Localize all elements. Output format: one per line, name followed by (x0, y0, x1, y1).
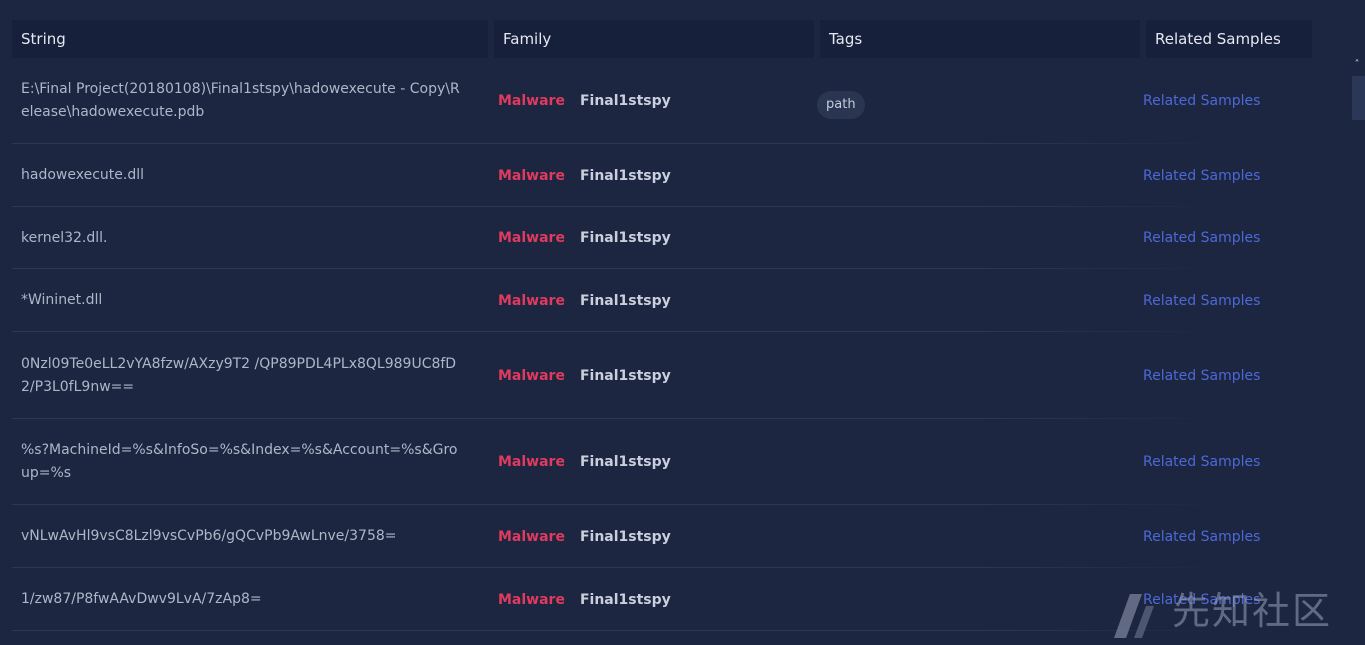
family-name: Final1stspy (579, 167, 671, 184)
family-cell: Malware Final1stspy (498, 419, 818, 505)
malware-type-label: Malware (498, 167, 565, 184)
related-cell: Related Samples (1143, 58, 1303, 144)
column-header-tags[interactable]: Tags (820, 20, 1140, 58)
table-row: vNLwAvHl9vsC8Lzl9vsCvPb6/gQCvPb9AwLnve/3… (12, 505, 1312, 568)
related-strings-page: String Family Tags Related Samples E:\Fi… (0, 0, 1365, 645)
table-header: String Family Tags Related Samples (12, 20, 1312, 58)
family-name: Final1stspy (579, 367, 671, 384)
related-cell: Related Samples (1143, 144, 1303, 207)
related-samples-link[interactable]: Related Samples (1143, 93, 1260, 109)
table-row: kernel32.dll. Malware Final1stspy Relate… (12, 207, 1312, 269)
family-name: Final1stspy (579, 93, 671, 109)
related-samples-link[interactable]: Related Samples (1143, 454, 1260, 470)
family-name: Final1stspy (579, 591, 671, 608)
table-row: *Wininet.dll Malware Final1stspy Related… (12, 269, 1312, 332)
malware-type-label: Malware (498, 367, 565, 384)
tags-cell (817, 332, 1137, 419)
string-cell: E:\Final Project(20180108)\Final1stspy\h… (21, 81, 460, 120)
family-cell: Malware Final1stspy (498, 269, 818, 332)
related-samples-link[interactable]: Related Samples (1143, 368, 1260, 384)
related-samples-link[interactable]: Related Samples (1143, 592, 1260, 608)
string-cell: %s?MachineId=%s&InfoSo=%s&Index=%s&Accou… (21, 442, 458, 481)
table-body: E:\Final Project(20180108)\Final1stspy\h… (12, 58, 1312, 631)
malware-type-label: Malware (498, 93, 565, 109)
tag-pill[interactable]: path (817, 91, 865, 119)
related-cell: Related Samples (1143, 269, 1303, 332)
family-cell: Malware Final1stspy (498, 58, 818, 144)
string-cell: hadowexecute.dll (21, 167, 144, 183)
string-cell: 1/zw87/P8fwAAvDwv9LvA/7zAp8= (21, 591, 262, 607)
related-samples-link[interactable]: Related Samples (1143, 168, 1260, 184)
malware-type-label: Malware (498, 591, 565, 608)
tags-cell (817, 568, 1137, 631)
malware-type-label: Malware (498, 528, 565, 545)
malware-type-label: Malware (498, 230, 565, 246)
scroll-up-arrow-icon[interactable]: ˄ (1352, 60, 1362, 70)
column-header-string[interactable]: String (12, 20, 488, 58)
tags-cell: path (817, 58, 1137, 144)
string-cell: vNLwAvHl9vsC8Lzl9vsCvPb6/gQCvPb9AwLnve/3… (21, 528, 397, 544)
related-cell: Related Samples (1143, 568, 1303, 631)
related-samples-link[interactable]: Related Samples (1143, 293, 1260, 309)
column-header-family[interactable]: Family (494, 20, 814, 58)
family-cell: Malware Final1stspy (498, 332, 818, 419)
tags-cell (817, 207, 1137, 269)
table-row: 1/zw87/P8fwAAvDwv9LvA/7zAp8= Malware Fin… (12, 568, 1312, 631)
related-samples-link[interactable]: Related Samples (1143, 230, 1260, 246)
family-cell: Malware Final1stspy (498, 144, 818, 207)
string-cell: kernel32.dll. (21, 229, 108, 246)
tags-cell (817, 144, 1137, 207)
family-cell: Malware Final1stspy (498, 505, 818, 568)
family-name: Final1stspy (579, 230, 671, 246)
related-cell: Related Samples (1143, 332, 1303, 419)
family-name: Final1stspy (579, 292, 671, 309)
table-row: hadowexecute.dll Malware Final1stspy Rel… (12, 144, 1312, 207)
table-row: 0Nzl09Te0eLL2vYA8fzw/AXzy9T2 /QP89PDL4PL… (12, 332, 1312, 419)
related-samples-link[interactable]: Related Samples (1143, 529, 1260, 545)
family-name: Final1stspy (579, 454, 671, 470)
related-cell: Related Samples (1143, 207, 1303, 269)
family-name: Final1stspy (579, 528, 671, 545)
related-cell: Related Samples (1143, 505, 1303, 568)
column-header-related-samples[interactable]: Related Samples (1146, 20, 1312, 58)
scrollbar-thumb[interactable] (1352, 76, 1365, 120)
tags-cell (817, 505, 1137, 568)
tags-cell (817, 419, 1137, 505)
malware-type-label: Malware (498, 454, 565, 470)
string-cell: *Wininet.dll (21, 292, 103, 308)
malware-type-label: Malware (498, 292, 565, 309)
table-row: E:\Final Project(20180108)\Final1stspy\h… (12, 58, 1312, 144)
family-cell: Malware Final1stspy (498, 568, 818, 631)
string-cell: 0Nzl09Te0eLL2vYA8fzw/AXzy9T2 /QP89PDL4PL… (21, 355, 457, 395)
table-row: %s?MachineId=%s&InfoSo=%s&Index=%s&Accou… (12, 419, 1312, 505)
tags-cell (817, 269, 1137, 332)
related-cell: Related Samples (1143, 419, 1303, 505)
family-cell: Malware Final1stspy (498, 207, 818, 269)
